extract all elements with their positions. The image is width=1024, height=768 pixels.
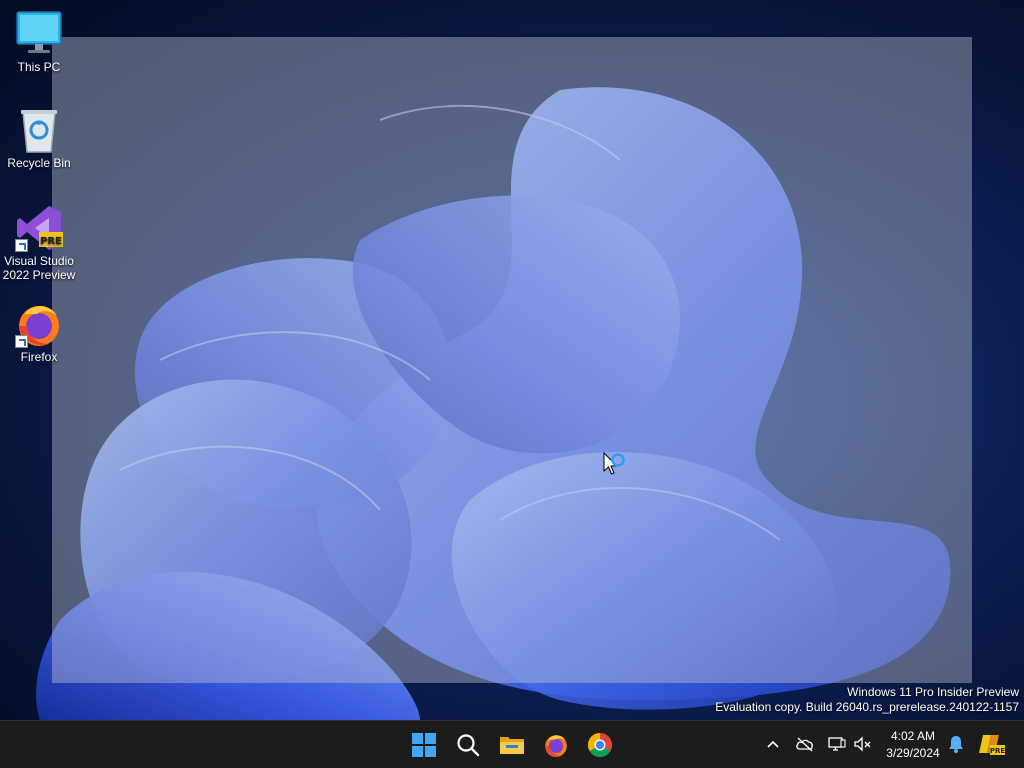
desktop-icon-visual-studio[interactable]: PRE Visual Studio 2022 Preview — [2, 204, 76, 282]
taskbar: 4:02 AM 3/29/2024 PRE — [0, 720, 1024, 768]
watermark-line-build: Evaluation copy. Build 26040.rs_prerelea… — [715, 700, 1019, 714]
evaluation-watermark: Windows 11 Pro Insider Preview Evaluatio… — [715, 685, 1019, 715]
desktop-icon-label: Recycle Bin — [7, 156, 71, 170]
watermark-line-edition: Windows 11 Pro Insider Preview — [847, 685, 1019, 699]
pre-badge-text: PRE — [40, 236, 62, 247]
file-explorer-icon — [500, 737, 524, 754]
desktop-icon-recycle-bin[interactable]: Recycle Bin — [2, 106, 76, 170]
notification-bell-icon — [949, 736, 963, 753]
search-button[interactable] — [448, 725, 488, 765]
volume-muted-icon — [854, 736, 871, 752]
network-status[interactable] — [826, 733, 848, 755]
launching-app-window[interactable] — [52, 37, 972, 683]
cloud-offline-icon — [796, 737, 813, 752]
clock-date: 3/29/2024 — [886, 746, 940, 760]
notification-center-button[interactable] — [945, 733, 967, 755]
shortcut-arrow-icon — [15, 335, 28, 348]
dev-home-icon: PRE — [979, 735, 1005, 755]
visual-studio-icon: PRE — [15, 204, 63, 252]
chevron-up-icon — [767, 740, 779, 748]
recycle-bin-icon — [15, 106, 63, 154]
monitor-icon — [15, 10, 63, 58]
firefox-icon — [545, 735, 567, 757]
dev-home-preview-button[interactable]: PRE — [979, 733, 1005, 755]
desktop-icon-label: Visual Studio 2022 Preview — [2, 254, 76, 282]
desktop-icon-label: This PC — [17, 60, 61, 74]
pre-badge-text: PRE — [990, 747, 1005, 755]
desktop-icon-this-pc[interactable]: This PC — [2, 10, 76, 74]
busy-cursor-icon — [603, 451, 625, 475]
mouse-cursor — [603, 451, 629, 485]
desktop-icon-label: Firefox — [20, 350, 58, 364]
file-explorer-button[interactable] — [492, 725, 532, 765]
system-clock[interactable]: 4:02 AM 3/29/2024 — [880, 728, 946, 762]
desktop-icon-firefox[interactable]: Firefox — [2, 300, 76, 364]
chrome-icon — [587, 733, 613, 758]
clock-time: 4:02 AM — [890, 729, 936, 743]
network-icon — [828, 737, 846, 751]
show-hidden-icons-button[interactable] — [762, 733, 784, 755]
onedrive-status[interactable] — [794, 733, 816, 755]
shortcut-arrow-icon — [15, 239, 28, 252]
start-button[interactable] — [404, 725, 444, 765]
search-icon — [457, 734, 480, 757]
firefox-taskbar-button[interactable] — [536, 725, 576, 765]
start-icon — [412, 733, 436, 757]
chrome-taskbar-button[interactable] — [580, 725, 620, 765]
volume-control[interactable] — [852, 733, 874, 755]
firefox-icon — [15, 300, 63, 348]
